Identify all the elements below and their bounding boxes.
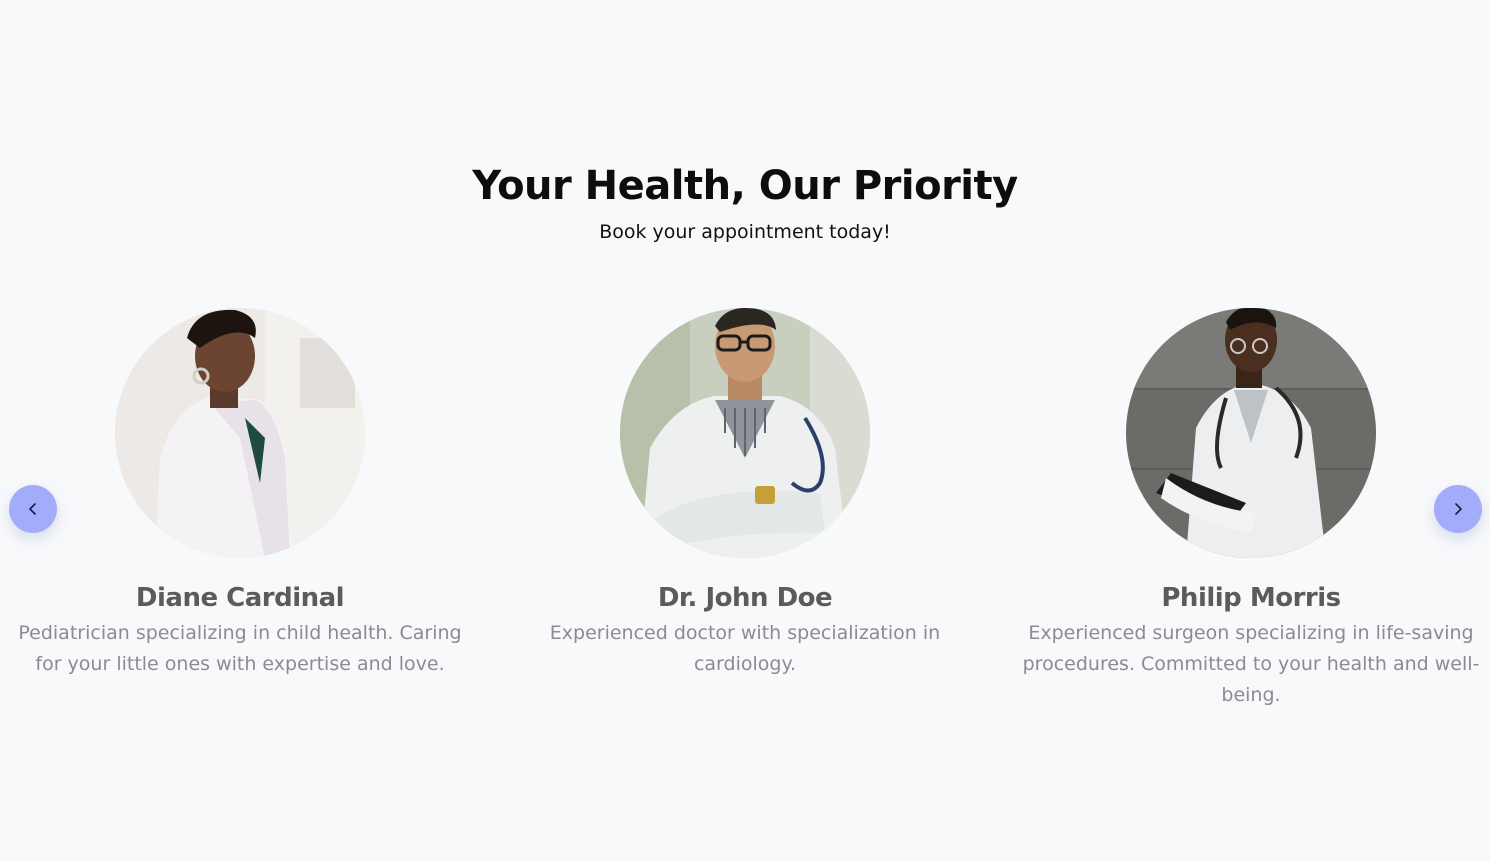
doctor-description: Pediatrician specializing in child healt… xyxy=(18,622,462,675)
doctor-name: Diane Cardinal xyxy=(135,583,345,613)
doctor-photo xyxy=(620,308,870,558)
doctor-card[interactable]: Diane Cardinal Pediatrician specializing… xyxy=(0,308,480,680)
doctor-description: Experienced surgeon specializing in life… xyxy=(1022,622,1480,706)
chevron-right-icon xyxy=(1455,503,1462,515)
doctor-photo xyxy=(1126,308,1376,558)
doctor-portrait-man-with-tablet xyxy=(1126,308,1376,558)
doctor-card[interactable]: Dr. John Doe Experienced doctor with spe… xyxy=(505,308,985,680)
carousel-prev-button[interactable] xyxy=(9,485,57,533)
chevron-left-icon xyxy=(29,503,36,515)
doctor-name: Dr. John Doe xyxy=(657,583,833,613)
doctor-name: Philip Morris xyxy=(1161,583,1341,613)
doctor-card[interactable]: Philip Morris Experienced surgeon specia… xyxy=(1011,308,1490,711)
doctor-portrait-woman xyxy=(115,308,365,558)
doctor-portrait-older-man xyxy=(620,308,870,558)
doctor-description: Experienced doctor with specialization i… xyxy=(549,622,941,675)
page: Your Health, Our Priority Book your appo… xyxy=(0,0,1490,861)
page-title: Your Health, Our Priority xyxy=(472,163,1018,209)
doctor-photo xyxy=(115,308,365,558)
doctor-carousel: Diane Cardinal Pediatrician specializing… xyxy=(0,308,1490,728)
carousel-next-button[interactable] xyxy=(1434,485,1482,533)
page-subtitle: Book your appointment today! xyxy=(599,221,891,243)
